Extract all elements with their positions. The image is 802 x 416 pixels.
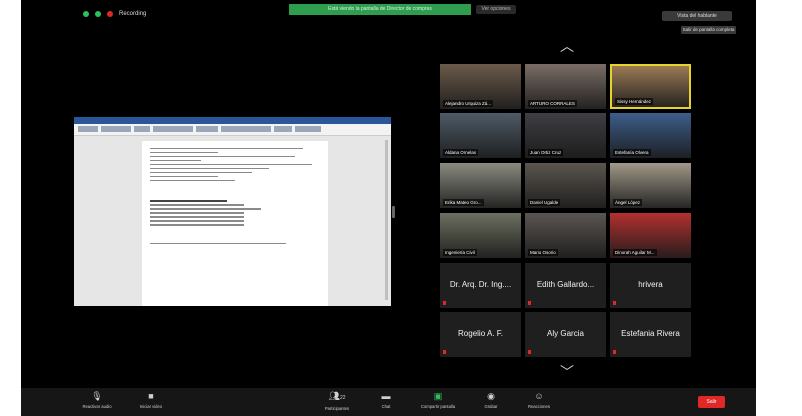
shared-screen [74, 117, 391, 306]
participant-tile[interactable]: Ángel López [610, 163, 691, 208]
participant-name: hrivera [638, 280, 663, 289]
meeting-info-icon [95, 11, 101, 17]
participant-name: Edith Gallardo... [536, 280, 595, 289]
participant-tile[interactable]: Edith Gallardo... [525, 263, 606, 308]
view-options-button[interactable]: Ver opciones [476, 5, 516, 14]
participant-tile[interactable]: Alejandro Urquiza Zá... [440, 64, 521, 109]
record-button[interactable]: ◉ Grabar [467, 391, 515, 409]
participant-tile[interactable]: Dr. Arq. Dr. Ing.... [440, 263, 521, 308]
reactions-button[interactable]: ☺ Reacciones [515, 391, 563, 409]
document-canvas [74, 136, 391, 306]
participant-tile[interactable]: Estefanía Olvera [610, 113, 691, 158]
muted-mic-icon [613, 350, 616, 354]
security-shield-icon [83, 11, 89, 17]
participant-tile[interactable]: Aly Garcia [525, 312, 606, 357]
share-screen-icon: ▣ [433, 391, 443, 401]
participant-tile[interactable]: Sissy Hernández [610, 64, 691, 109]
participant-name: Estefania Rivera [621, 329, 680, 338]
participant-tile[interactable]: Rogelio A. F. [440, 312, 521, 357]
participant-tile[interactable]: Juan Ortiz Cruz [525, 113, 606, 158]
meeting-toolbar: 🎙︎ Reactivar audio ■ Iniciar video 👥︎22 … [21, 388, 756, 416]
participant-tile[interactable]: Estefania Rivera [610, 312, 691, 357]
muted-mic-icon [443, 350, 446, 354]
mute-button[interactable]: 🎙︎ Reactivar audio [73, 391, 121, 409]
participant-tile[interactable]: ARTURO CORRALES [525, 64, 606, 109]
people-icon: 👥︎ [328, 391, 340, 401]
recording-indicator[interactable]: Recording [83, 11, 146, 17]
participant-name: Juan Ortiz Cruz [528, 149, 564, 156]
split-drag-handle[interactable] [392, 206, 395, 218]
word-ribbon [74, 124, 391, 136]
meeting-window: Recording Está viendo la pantalla de Dir… [21, 0, 756, 416]
record-icon: ◉ [487, 391, 495, 401]
participant-tile[interactable]: Daniel Ugalde [525, 163, 606, 208]
share-screen-button[interactable]: ▣ Compartir pantalla [414, 391, 462, 409]
participant-name: Ángel López [613, 199, 643, 206]
chat-icon: ▬ [381, 391, 391, 401]
chevron-down-icon[interactable]: ﹀ [560, 362, 574, 382]
document-page [142, 141, 328, 306]
muted-mic-icon [528, 350, 531, 354]
speaker-view-button[interactable]: Vista del hablante [662, 11, 732, 21]
participant-name: Erika Mateo Gro... [443, 199, 484, 206]
participant-name: Aldana Ornelas [443, 149, 479, 156]
recording-label: Recording [119, 11, 147, 17]
participants-button[interactable]: 👥︎22 Participantes [313, 391, 361, 411]
muted-mic-icon [613, 301, 616, 305]
participant-name: ARTURO CORRALES [528, 100, 577, 107]
participant-tile[interactable]: Dinorah Aguilar M... [610, 213, 691, 258]
participant-name: Mario Osorio [528, 249, 558, 256]
exit-fullscreen-button[interactable]: Salir de pantalla completa [681, 26, 736, 34]
participants-count: 22 [339, 395, 346, 401]
muted-mic-icon [528, 301, 531, 305]
chevron-up-icon[interactable]: ︿ [560, 36, 574, 56]
participant-name: Aly Garcia [547, 329, 584, 338]
screen-share-banner: Está viendo la pantalla de Director de c… [289, 4, 471, 15]
muted-mic-icon [443, 301, 446, 305]
word-title-bar [74, 117, 391, 124]
participant-name: Alejandro Urquiza Zá... [443, 100, 494, 107]
start-video-button[interactable]: ■ Iniciar video [127, 391, 175, 409]
reactions-icon: ☺ [534, 391, 544, 401]
end-meeting-button[interactable]: Salir [698, 396, 725, 408]
participant-tile[interactable]: Ingeniería Civil [440, 213, 521, 258]
participant-tile[interactable]: Mario Osorio [525, 213, 606, 258]
participant-name: Estefanía Olvera [613, 149, 651, 156]
participant-name: Ingeniería Civil [443, 249, 477, 256]
participant-name: Sissy Hernández [615, 98, 654, 105]
participant-tile[interactable]: Aldana Ornelas [440, 113, 521, 158]
record-dot-icon [107, 11, 113, 17]
video-icon: ■ [148, 391, 154, 401]
participant-tile[interactable]: hrivera [610, 263, 691, 308]
participant-name: Rogelio A. F. [458, 329, 503, 338]
participant-name: Daniel Ugalde [528, 199, 561, 206]
participant-name: Dr. Arq. Dr. Ing.... [449, 280, 512, 289]
chat-button[interactable]: ▬ Chat [362, 391, 410, 409]
document-scrollbar[interactable] [385, 140, 388, 300]
mic-icon: 🎙︎ [91, 391, 103, 401]
participant-name: Dinorah Aguilar M... [613, 249, 657, 256]
participant-tile[interactable]: Erika Mateo Gro... [440, 163, 521, 208]
